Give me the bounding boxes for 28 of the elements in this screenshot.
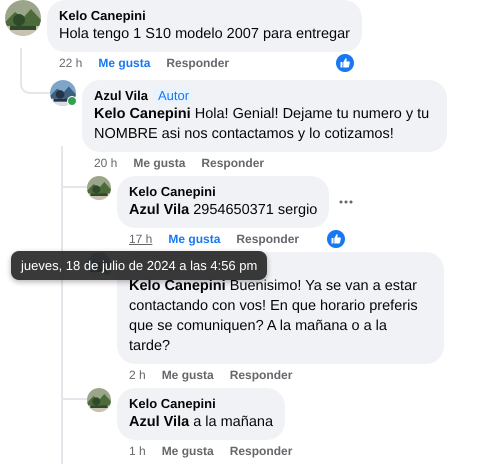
thread-connector	[20, 48, 50, 94]
comment-text: Hola tengo 1 S10 modelo 2007 para entregar	[59, 25, 350, 44]
like-button[interactable]: Me gusta	[98, 56, 150, 70]
timestamp-link[interactable]: 1 h	[129, 444, 146, 458]
reply-button[interactable]: Responder	[236, 232, 300, 246]
like-button[interactable]: Me gusta	[162, 444, 214, 458]
author-name[interactable]: Kelo Canepini	[129, 183, 216, 200]
comment-text: Azul Vila a la mañana	[129, 413, 274, 432]
author-badge: Autor	[154, 87, 194, 104]
timestamp-link[interactable]: 20 h	[94, 156, 118, 170]
date-tooltip: jueves, 18 de julio de 2024 a las 4:56 pm	[11, 251, 268, 280]
timestamp-link[interactable]: 2 h	[129, 368, 146, 382]
timestamp-link[interactable]: 22 h	[59, 56, 82, 70]
reply-button[interactable]: Responder	[166, 56, 230, 70]
author-name[interactable]: Kelo Canepini	[129, 395, 216, 412]
comment-text: Kelo Canepini Buenisimo! Ya se van a estar contactando con vos! En que horario preferis que se comuniquen? A la mañana o a la tarde?	[129, 277, 419, 356]
timestamp-link[interactable]: 17 h	[129, 232, 152, 246]
like-button[interactable]: Me gusta	[133, 156, 186, 170]
reply-button[interactable]: Responder	[230, 368, 292, 382]
author-name[interactable]: Azul Vila	[94, 87, 148, 104]
author-name[interactable]: Kelo Canepini	[59, 7, 146, 24]
reply-button[interactable]: Responder	[201, 156, 264, 170]
like-button[interactable]: Me gusta	[162, 368, 214, 382]
comment-text: Azul Vila 2954650371 sergio	[129, 201, 318, 220]
like-button[interactable]: Me gusta	[168, 232, 220, 246]
reply-button[interactable]: Responder	[230, 444, 292, 458]
more-icon[interactable]	[339, 200, 354, 204]
comment-text: Kelo Canepini Hola! Genial! Dejame tu numero y tu NOMBRE asi nos contactamos y lo cotizamos!	[94, 105, 430, 144]
